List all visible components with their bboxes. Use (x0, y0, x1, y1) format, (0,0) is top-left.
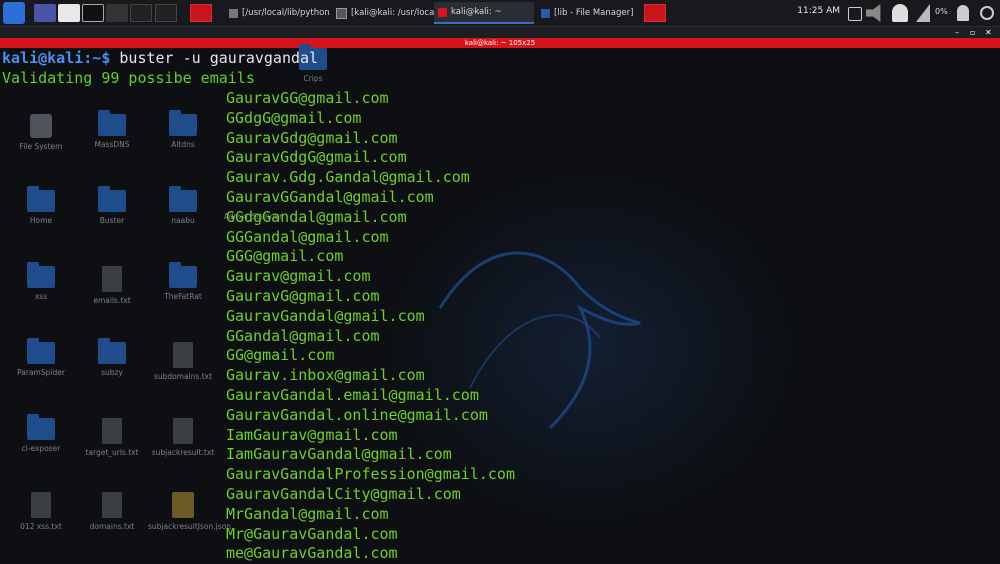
browser-launcher-icon[interactable] (106, 4, 128, 22)
terminal-menu-bar: – ▫ ✕ (0, 27, 1000, 38)
email-line: GauravG@gmail.com (226, 286, 380, 305)
kali-menu-icon[interactable] (3, 2, 25, 24)
show-desktop-icon[interactable] (34, 4, 56, 22)
folder-icon (541, 8, 550, 18)
power-icon[interactable] (980, 6, 994, 20)
email-line: IamGauravGandal@gmail.com (226, 445, 452, 464)
email-line: GauravGdgG@gmail.com (226, 148, 407, 167)
email-line: Gaurav.Gdg.Gandal@gmail.com (226, 168, 470, 187)
email-line: GauravGdg@gmail.com (226, 128, 398, 147)
terminal-icon (438, 7, 447, 17)
email-list: GauravGG@gmail.com GGdgG@gmail.com GauravG… (226, 89, 515, 564)
prompt-line: kali@kali:~$ buster -u gauravgandal (2, 49, 318, 67)
battery-percent: 0% (935, 7, 948, 16)
email-line: GauravGandal@gmail.com (226, 306, 425, 325)
task-terminal-home[interactable]: kali@kali: ~ (434, 2, 534, 24)
maximize-button[interactable]: ▫ (970, 27, 975, 38)
file-manager-icon[interactable] (58, 4, 80, 22)
email-line: GauravGandalCity@gmail.com (226, 484, 461, 503)
network-icon[interactable] (916, 4, 930, 22)
email-line: Gaurav@gmail.com (226, 267, 371, 286)
task-python-lib[interactable]: [/usr/local/lib/python3.9... (225, 2, 330, 24)
email-line: GauravGandalProfession@gmail.com (226, 465, 515, 484)
settings-icon[interactable] (848, 7, 862, 21)
email-line: Mr@GauravGandal.com (226, 524, 398, 543)
email-line: IamGaurav@gmail.com (226, 425, 398, 444)
active-window-indicator[interactable] (644, 4, 666, 22)
terminal-launcher-icon[interactable] (82, 4, 104, 22)
email-line: GGandal@gmail.com (226, 326, 380, 345)
email-line: GGdgG@gmail.com (226, 108, 362, 127)
email-line: GauravGG@gmail.com (226, 89, 389, 107)
terminal-output[interactable]: kali@kali:~$ buster -u gauravgandal Vali… (0, 49, 1000, 562)
top-panel: [/usr/local/lib/python3.9... [kali@kali:… (0, 0, 1000, 27)
email-line: MrGandal@gmail.com (226, 504, 389, 523)
lock-icon[interactable] (957, 5, 969, 21)
email-line: GauravGGandal@gmail.com (226, 187, 434, 206)
email-line: GG@gmail.com (226, 346, 335, 365)
file-manager-icon (229, 8, 238, 18)
email-line: GGG@gmail.com (226, 247, 344, 266)
volume-icon[interactable] (866, 4, 881, 22)
terminal-icon (336, 7, 347, 19)
prompt-user: kali@kali (2, 49, 84, 67)
task-label: [lib - File Manager] (554, 8, 634, 18)
notification-bell-icon[interactable] (892, 4, 908, 22)
prompt-path: :~$ (83, 49, 120, 67)
task-label: [/usr/local/lib/python3.9... (242, 8, 330, 18)
email-line: GauravGandal.email@gmail.com (226, 385, 479, 404)
clock[interactable]: 11:25 AM (797, 6, 840, 16)
workspace-1[interactable] (130, 4, 152, 22)
task-label: kali@kali: ~ (451, 7, 502, 17)
task-label: [kali@kali: /usr/local/lib/... (351, 8, 437, 18)
email-line: GauravGandal.online@gmail.com (226, 405, 488, 424)
email-line: GGGandal@gmail.com (226, 227, 389, 246)
email-line: Gaurav.inbox@gmail.com (226, 366, 425, 385)
workspace-2[interactable] (155, 4, 177, 22)
status-line: Validating 99 possibe emails (2, 69, 255, 87)
terminal-title-bar[interactable]: kali@kali: ~ 105x25 (0, 38, 1000, 48)
close-button[interactable]: ✕ (985, 27, 992, 38)
workspace-3[interactable] (190, 4, 212, 22)
email-line: me@GauravGandal.com (226, 544, 398, 563)
email-line: GGdgGandal@gmail.com (226, 207, 407, 226)
task-terminal-lib[interactable]: [kali@kali: /usr/local/lib/... (332, 2, 437, 24)
minimize-button[interactable]: – (955, 27, 959, 38)
window-title: kali@kali: ~ 105x25 (464, 39, 536, 47)
task-file-manager[interactable]: [lib - File Manager] (537, 2, 637, 24)
command-text: buster -u gauravgandal (119, 49, 319, 67)
